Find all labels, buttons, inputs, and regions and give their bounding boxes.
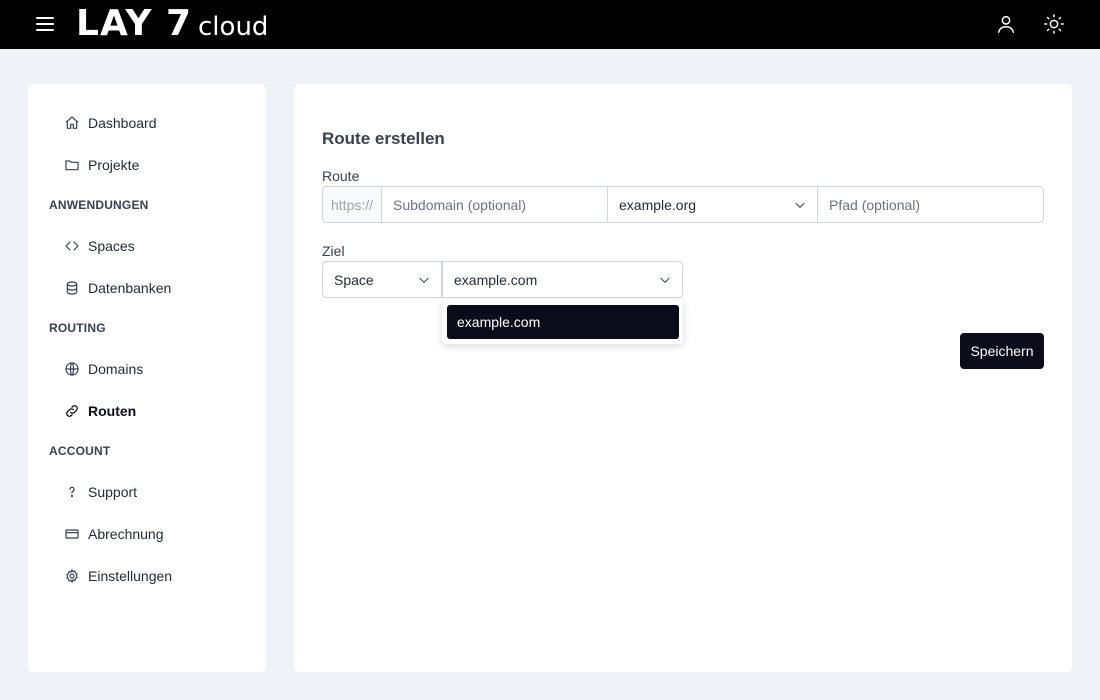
section-heading-account: ACCOUNT — [49, 444, 111, 458]
sidebar-item-label: Routen — [88, 403, 137, 419]
chevron-down-icon — [658, 273, 672, 287]
top-bar: LAY 7 cloud — [0, 0, 1100, 49]
sidebar: Dashboard Projekte ANWENDUNGEN Spaces Da… — [28, 84, 266, 672]
domain-select-value: example.org — [619, 196, 697, 213]
sidebar-item-label: Dashboard — [88, 115, 157, 131]
sidebar-item-label: Einstellungen — [88, 568, 173, 584]
route-label: Route — [322, 168, 360, 184]
sidebar-item-label: Domains — [88, 361, 144, 377]
logo[interactable]: LAY 7 cloud — [76, 3, 268, 47]
sidebar-item-label: Support — [88, 484, 138, 500]
sidebar-item-label: Spaces — [88, 238, 135, 254]
chevron-down-icon — [793, 198, 807, 212]
globe-icon — [64, 361, 80, 377]
target-type-value: Space — [334, 271, 374, 288]
sidebar-item-projekte[interactable]: Projekte — [64, 153, 139, 177]
section-heading-anwendungen: ANWENDUNGEN — [49, 198, 149, 212]
sidebar-item-label: Projekte — [88, 157, 140, 173]
domain-select[interactable]: example.org — [607, 186, 818, 223]
chevron-down-icon — [417, 273, 431, 287]
question-icon — [64, 484, 80, 500]
sidebar-item-dashboard[interactable]: Dashboard — [64, 111, 157, 135]
sidebar-item-abrechnung[interactable]: Abrechnung — [64, 522, 164, 546]
logo-main-text: LAY 7 — [76, 3, 193, 44]
target-dropdown: example.com — [442, 300, 683, 344]
link-icon — [64, 403, 80, 419]
subdomain-input-field[interactable] — [393, 196, 607, 213]
target-select-value: example.com — [454, 271, 538, 288]
url-prefix: https:// — [322, 186, 382, 223]
sidebar-item-routen[interactable]: Routen — [64, 399, 136, 423]
code-icon — [64, 238, 80, 254]
target-select[interactable]: example.com — [442, 261, 683, 298]
hamburger-icon[interactable] — [36, 15, 55, 33]
sidebar-item-einstellungen[interactable]: Einstellungen — [64, 564, 172, 588]
credit-card-icon — [64, 526, 80, 542]
sun-icon[interactable] — [1043, 13, 1065, 35]
sidebar-item-support[interactable]: Support — [64, 480, 137, 504]
sidebar-item-label: Abrechnung — [88, 526, 164, 542]
sidebar-item-label: Datenbanken — [88, 280, 172, 296]
path-input[interactable] — [817, 186, 1044, 223]
main-panel: Route erstellen Route https:// example.o… — [294, 84, 1072, 672]
sidebar-item-spaces[interactable]: Spaces — [64, 234, 135, 258]
home-icon — [64, 115, 80, 131]
section-heading-routing: ROUTING — [49, 321, 106, 335]
page-title: Route erstellen — [322, 129, 445, 148]
sidebar-item-datenbanken[interactable]: Datenbanken — [64, 276, 171, 300]
logo-sub-text: cloud — [198, 12, 269, 42]
folder-icon — [64, 157, 80, 173]
user-icon[interactable] — [995, 13, 1017, 35]
path-input-field[interactable] — [829, 196, 1043, 213]
dropdown-option[interactable]: example.com — [447, 305, 679, 339]
database-icon — [64, 280, 80, 296]
target-label: Ziel — [322, 243, 345, 259]
target-type-select[interactable]: Space — [322, 261, 442, 298]
gear-icon — [64, 568, 80, 584]
sidebar-item-domains[interactable]: Domains — [64, 357, 143, 381]
save-button[interactable]: Speichern — [960, 333, 1044, 369]
subdomain-input[interactable] — [382, 186, 608, 223]
